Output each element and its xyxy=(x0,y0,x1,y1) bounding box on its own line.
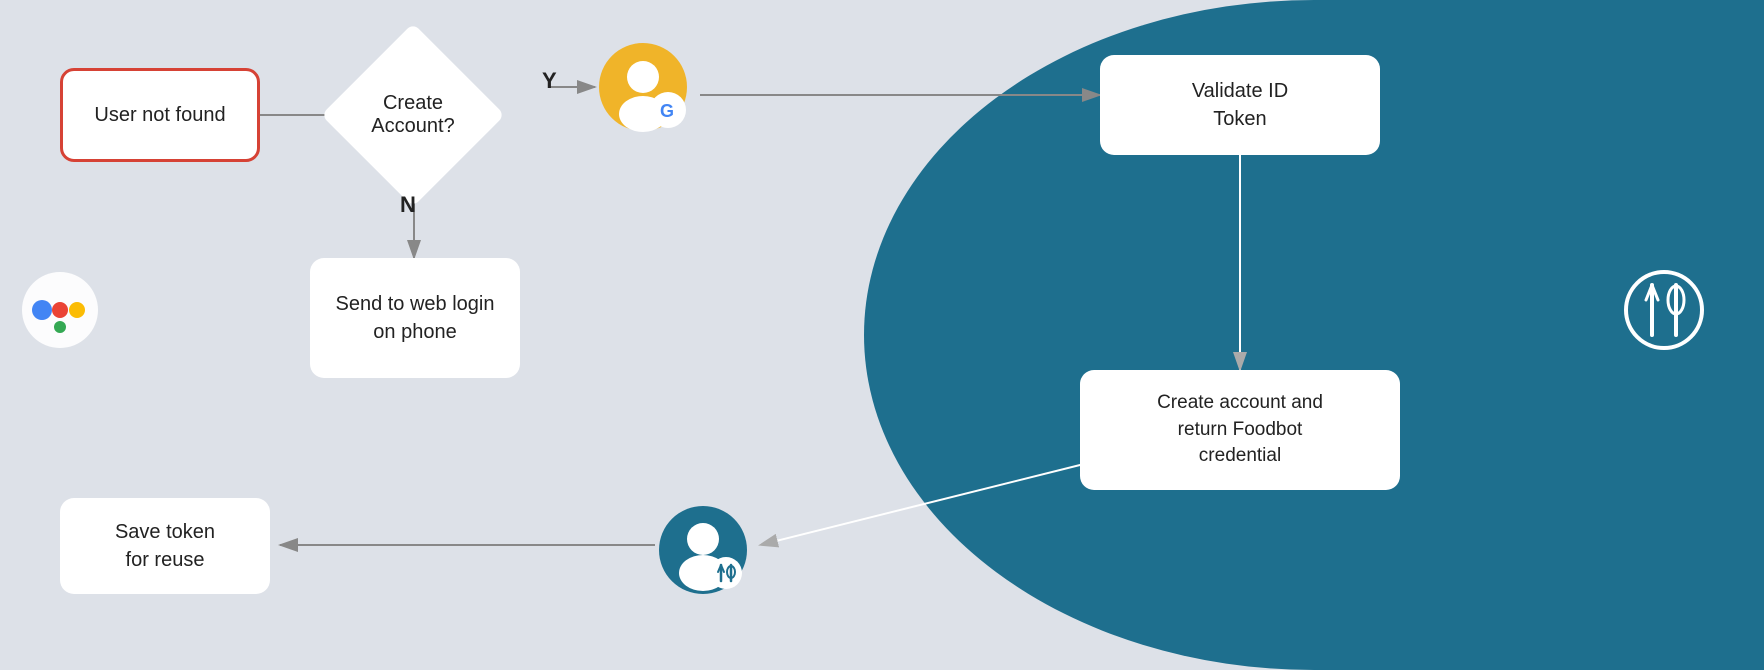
label-n: N xyxy=(400,192,416,218)
foodbot-person-bottom-icon xyxy=(658,505,748,595)
send-to-web-label: Send to web loginon phone xyxy=(310,258,520,378)
validate-id-box: Validate IDToken xyxy=(1100,55,1380,155)
user-not-found-label: User not found xyxy=(60,68,260,162)
user-not-found-box: User not found xyxy=(60,68,260,162)
diamond-shape xyxy=(321,23,505,207)
create-account-return-label: Create account andreturn Foodbotcredenti… xyxy=(1080,370,1400,490)
google-assistant-icon xyxy=(20,270,100,350)
send-to-web-box: Send to web loginon phone xyxy=(310,258,520,378)
create-account-diamond: CreateAccount? xyxy=(348,50,478,180)
label-y: Y xyxy=(542,68,557,94)
create-account-return-box: Create account andreturn Foodbotcredenti… xyxy=(1080,370,1400,490)
save-token-label: Save tokenfor reuse xyxy=(60,498,270,594)
save-token-box: Save tokenfor reuse xyxy=(60,498,270,594)
google-person-icon: G xyxy=(598,42,688,132)
foodbot-top-right-icon xyxy=(1624,270,1704,350)
validate-id-label: Validate IDToken xyxy=(1100,55,1380,155)
svg-text:G: G xyxy=(660,101,674,121)
